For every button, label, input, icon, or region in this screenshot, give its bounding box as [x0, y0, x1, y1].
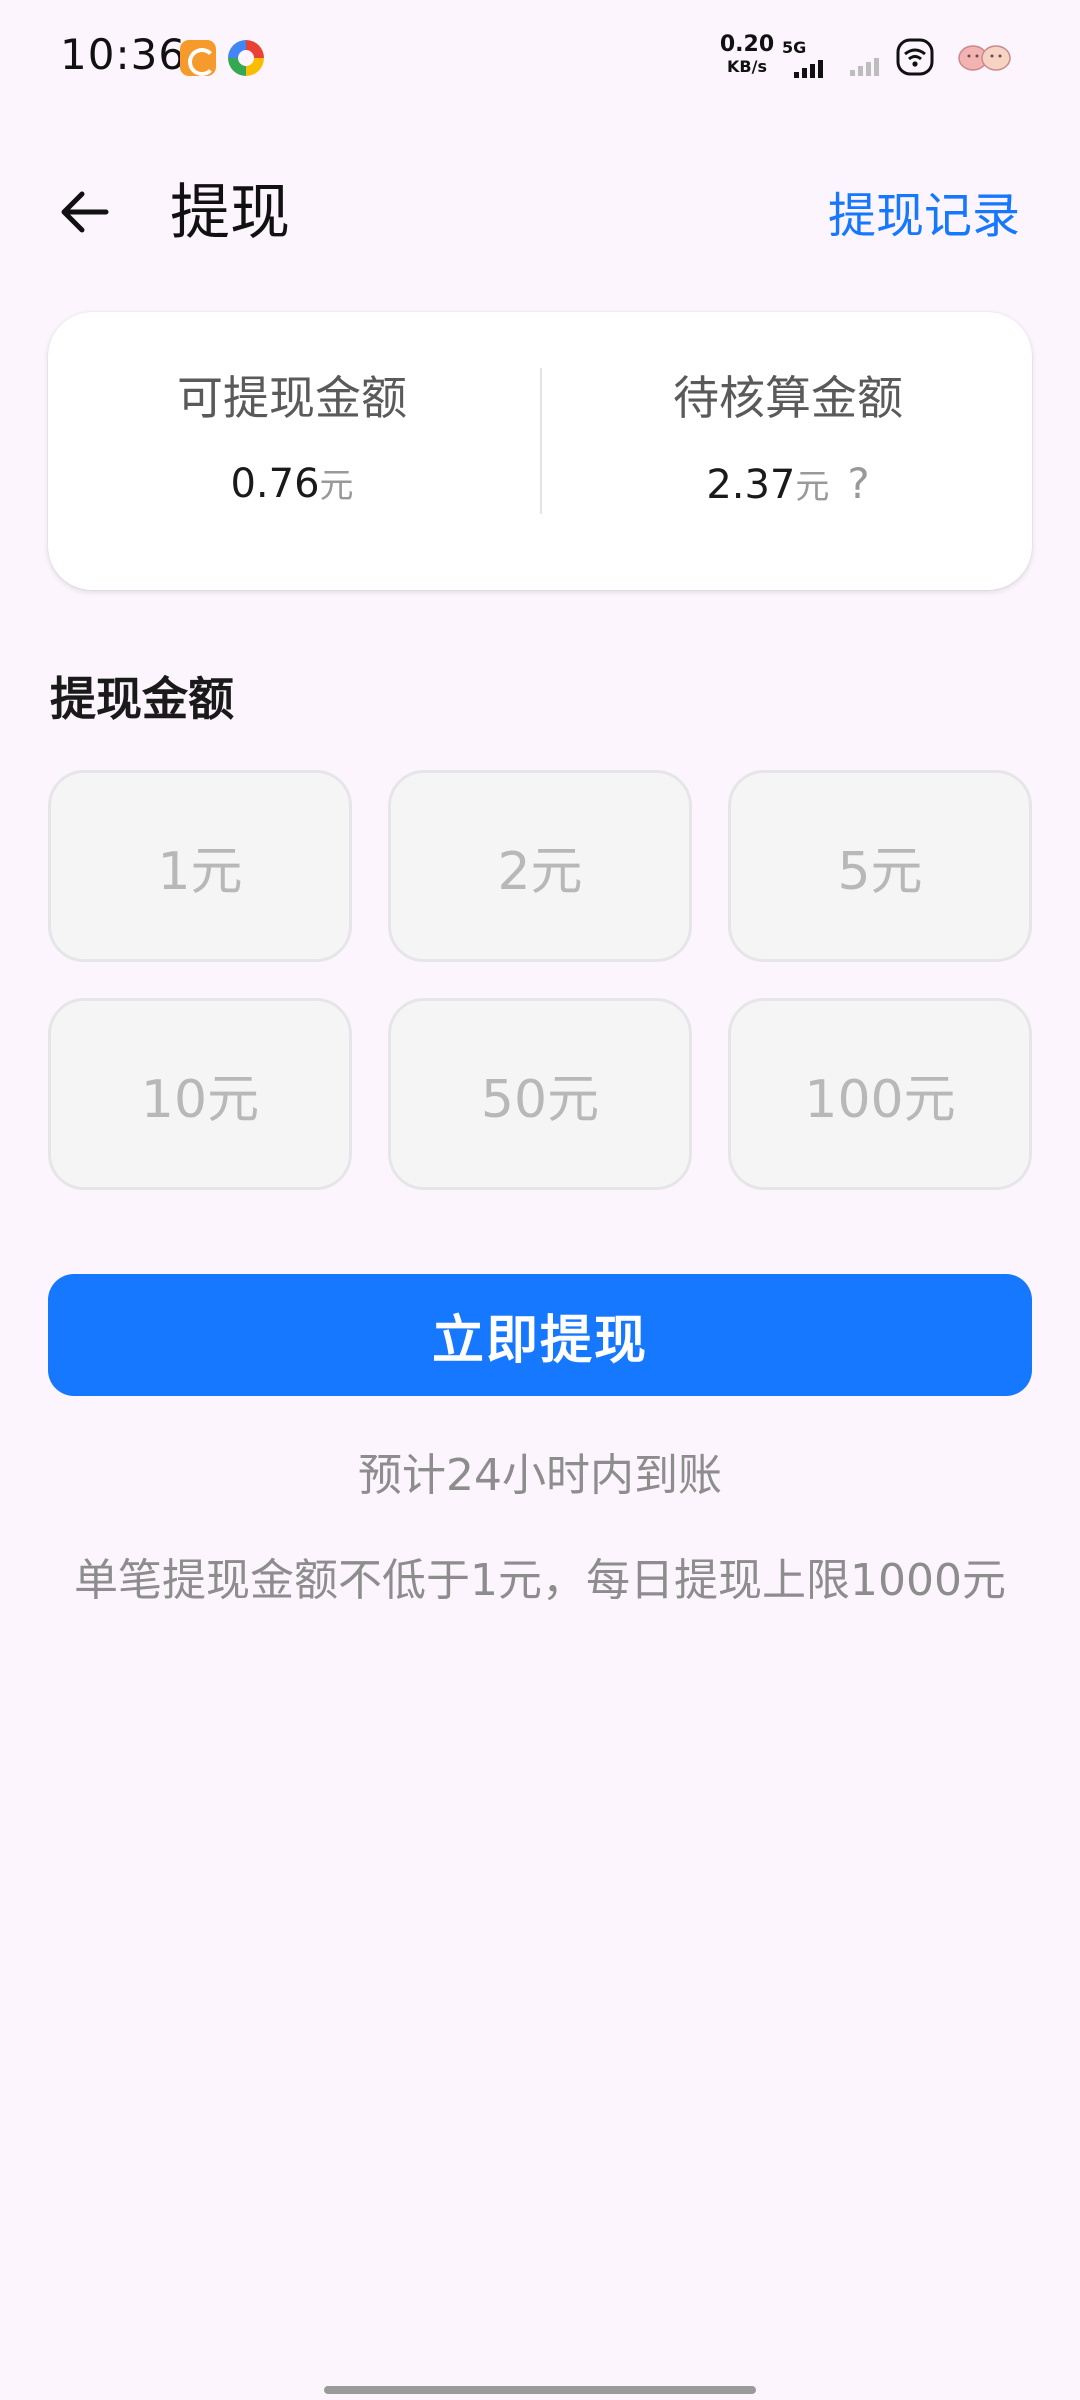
- cellular-signal-2-icon: [850, 40, 884, 76]
- withdraw-now-button[interactable]: 立即提现: [48, 1274, 1032, 1396]
- available-balance-label: 可提现金额: [177, 371, 407, 425]
- balance-card: 可提现金额 0.76元 待核算金额 2.37元?: [48, 312, 1032, 590]
- withdraw-record-link[interactable]: 提现记录: [828, 186, 1020, 246]
- arrival-eta-note: 预计24小时内到账: [358, 1450, 722, 1501]
- amount-option-5[interactable]: 5元: [728, 770, 1032, 962]
- pending-amount: 2.37: [706, 462, 796, 508]
- withdraw-limit-note: 单笔提现金额不低于1元，每日提现上限1000元: [74, 1555, 1006, 1606]
- available-balance-value: 0.76元: [48, 458, 536, 518]
- withdraw-page: 10:36 0.20 KB/s 5G 提现 提现记录 可提现金额 0.76元 待…: [0, 0, 1080, 2400]
- amount-section-title: 提现金额: [50, 672, 234, 726]
- status-bar: 10:36 0.20 KB/s 5G: [0, 0, 1080, 110]
- pending-balance: 待核算金额 2.37元?: [544, 370, 1032, 519]
- amount-option-1[interactable]: 1元: [48, 770, 352, 962]
- network-type: 5G: [782, 38, 807, 57]
- battery-icon: [958, 42, 1012, 72]
- available-amount: 0.76: [230, 461, 320, 507]
- app-notification-icon-2: [228, 40, 264, 76]
- balance-divider: [540, 368, 542, 514]
- network-speed: 0.20 KB/s: [712, 34, 782, 75]
- pending-balance-value: 2.37元?: [544, 458, 1032, 519]
- arrow-left-icon: [61, 191, 109, 233]
- network-speed-value: 0.20: [719, 32, 775, 57]
- available-unit: 元: [319, 466, 354, 506]
- available-balance: 可提现金额 0.76元: [48, 370, 536, 518]
- pending-unit: 元: [795, 467, 830, 507]
- wifi-icon: [896, 38, 934, 76]
- cellular-signal-icon: 5G: [782, 38, 828, 78]
- pending-balance-label: 待核算金额: [673, 371, 903, 425]
- app-notification-icon: [180, 40, 216, 76]
- home-indicator[interactable]: [324, 2386, 756, 2394]
- amount-option-2[interactable]: 2元: [388, 770, 692, 962]
- help-question-icon[interactable]: ?: [847, 458, 869, 510]
- page-title: 提现: [170, 178, 290, 248]
- amount-option-50[interactable]: 50元: [388, 998, 692, 1190]
- status-time: 10:36: [60, 30, 187, 79]
- back-button[interactable]: [52, 180, 116, 244]
- network-speed-unit: KB/s: [727, 57, 767, 76]
- amount-option-10[interactable]: 10元: [48, 998, 352, 1190]
- amount-option-100[interactable]: 100元: [728, 998, 1032, 1190]
